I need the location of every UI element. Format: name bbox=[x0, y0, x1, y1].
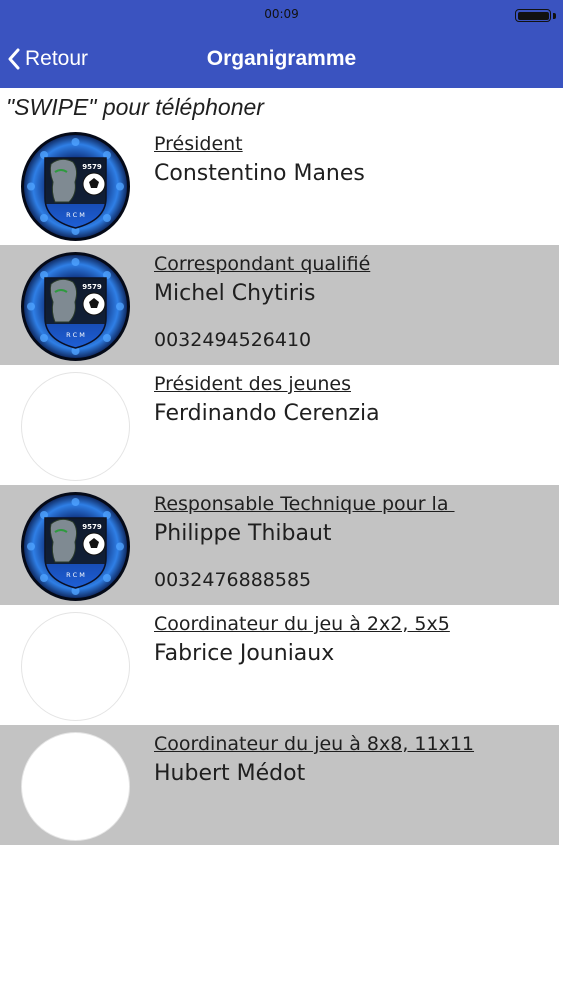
contact-row[interactable]: 9579 R C M Correspondant qualifié Michel … bbox=[0, 245, 559, 365]
status-bar: 00:09 bbox=[0, 0, 563, 29]
contact-name: Philippe Thibaut bbox=[154, 521, 332, 546]
contact-role: Président bbox=[154, 133, 243, 155]
avatar bbox=[21, 732, 130, 841]
contact-phone[interactable]: 0032494526410 bbox=[154, 329, 311, 351]
svg-text:9579: 9579 bbox=[82, 163, 102, 171]
avatar: 9579 R C M bbox=[21, 252, 130, 361]
contact-role: Président des jeunes bbox=[154, 373, 351, 395]
contact-role: Correspondant qualifié bbox=[154, 253, 371, 275]
svg-text:R C M: R C M bbox=[66, 571, 85, 579]
navigation-bar: Retour Organigramme bbox=[0, 29, 563, 88]
svg-text:9579: 9579 bbox=[82, 523, 102, 531]
contact-role: Coordinateur du jeu à 8x8, 11x11 bbox=[154, 733, 475, 755]
contact-phone[interactable]: 0032476888585 bbox=[154, 569, 311, 591]
swipe-hint: "SWIPE" pour téléphoner bbox=[6, 94, 264, 120]
club-logo-icon: 9579 R C M bbox=[21, 252, 130, 361]
contact-name: Constentino Manes bbox=[154, 161, 365, 186]
contact-name: Ferdinando Cerenzia bbox=[154, 401, 380, 426]
avatar: 9579 R C M bbox=[21, 492, 130, 601]
battery-icon bbox=[515, 9, 551, 22]
page-title: Organigramme bbox=[206, 47, 357, 70]
club-logo-icon: 9579 R C M bbox=[21, 132, 130, 241]
contact-name: Hubert Médot bbox=[154, 761, 306, 786]
contact-row[interactable]: Coordinateur du jeu à 8x8, 11x11 Hubert M… bbox=[0, 725, 559, 845]
avatar bbox=[21, 612, 130, 721]
contact-name: Michel Chytiris bbox=[154, 281, 316, 306]
contact-role: Coordinateur du jeu à 2x2, 5x5 bbox=[154, 613, 450, 635]
club-logo-icon: 9579 R C M bbox=[21, 492, 130, 601]
contact-row[interactable]: 9579 R C M Responsable Technique pour la… bbox=[0, 485, 559, 605]
svg-text:R C M: R C M bbox=[66, 331, 85, 339]
contact-list: 9579 R C M Président Constentino Manes 9… bbox=[0, 125, 559, 845]
svg-text:9579: 9579 bbox=[82, 283, 102, 291]
battery-tip bbox=[553, 13, 556, 19]
contact-role: Responsable Technique pour la bbox=[154, 493, 455, 515]
contact-row[interactable]: Coordinateur du jeu à 2x2, 5x5 Fabrice Jo… bbox=[0, 605, 559, 725]
contact-row[interactable]: Président des jeunes Ferdinando Cerenzia bbox=[0, 365, 559, 485]
svg-text:R C M: R C M bbox=[66, 211, 85, 219]
avatar bbox=[21, 372, 130, 481]
contact-name: Fabrice Jouniaux bbox=[154, 641, 335, 666]
avatar: 9579 R C M bbox=[21, 132, 130, 241]
status-time: 00:09 bbox=[264, 7, 299, 21]
contact-row[interactable]: 9579 R C M Président Constentino Manes bbox=[0, 125, 559, 245]
